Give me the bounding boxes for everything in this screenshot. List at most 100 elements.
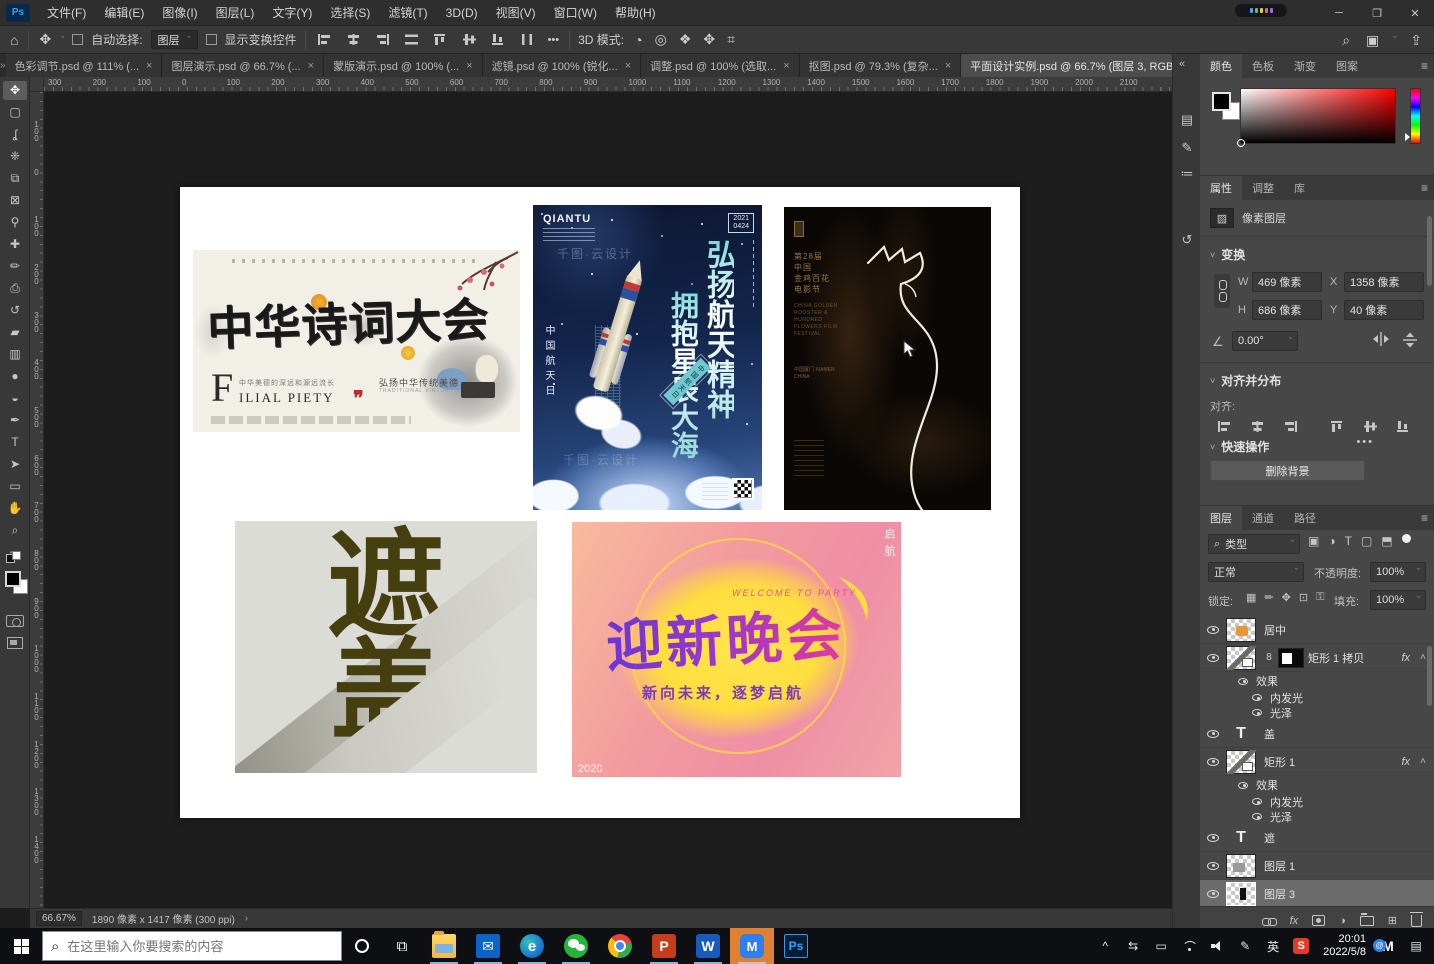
lock-paint-icon[interactable]: ✏ [1264,591,1273,604]
visibility-eye-icon[interactable] [1238,678,1248,685]
dodge-tool[interactable]: ◒ [3,389,27,408]
x-field[interactable]: 1358 像素 [1344,272,1424,292]
visibility-eye-icon[interactable] [1252,694,1262,701]
align-section-header[interactable]: ˅ 对齐并分布 [1210,372,1281,389]
flip-vertical-button[interactable] [1402,332,1422,348]
effect-row[interactable]: 光泽 [1200,705,1434,720]
app-badge-m[interactable]: M [1376,928,1400,964]
artboard[interactable]: 中华诗词大会 F 中华美德的深远和源远流长 ILIAL PIETY ❞ 弘扬中华… [180,187,1020,818]
menu-edit[interactable]: 编辑(E) [95,0,153,26]
align-bottom-button[interactable] [1393,418,1414,435]
quick-selection-tool[interactable]: ❈ [3,147,27,166]
fx-badge[interactable]: fx [1401,756,1410,768]
filter-adjustment-icon[interactable]: ◑ [1328,534,1335,548]
search-icon[interactable]: ⌕ [1340,32,1352,49]
align-center-h-button[interactable] [1247,418,1268,435]
align-middle-v-button[interactable] [1360,418,1381,435]
auto-select-checkbox[interactable] [72,34,83,45]
document-tab-5[interactable]: 调整.psd @ 100% (选取... × [641,54,800,77]
constrain-proportions-icon[interactable] [1214,274,1230,308]
panel-color-swatches[interactable] [1212,92,1242,122]
visibility-eye-icon[interactable] [1207,890,1219,898]
visibility-eye-icon[interactable] [1207,758,1219,766]
color-swatches[interactable] [5,571,31,597]
tab-patterns[interactable]: 图案 [1326,54,1368,78]
taskbar-wechat[interactable] [554,928,598,964]
lock-artboard-icon[interactable]: ⊡ [1299,591,1308,604]
menu-type[interactable]: 文字(Y) [263,0,321,26]
tab-close-icon[interactable]: × [945,60,951,72]
taskbar-mail[interactable]: ✉ [466,928,510,964]
panel-menu-icon[interactable]: ≡ [1421,181,1428,195]
clone-stamp-tool[interactable]: ⎙ [3,279,27,298]
dock-icon-history[interactable]: ↺ [1177,230,1197,250]
hand-tool[interactable]: ✋ [3,499,27,518]
effect-row[interactable]: 光泽 [1200,809,1434,824]
blend-mode-dropdown[interactable]: 正常 ˇ [1208,562,1304,582]
layer-mask-thumbnail[interactable] [1278,648,1304,668]
layer-row[interactable]: 图层 1 [1200,852,1434,880]
opacity-field[interactable]: 100% ˇ [1370,562,1426,582]
visibility-eye-icon[interactable] [1252,709,1262,716]
crop-tool[interactable]: ⧉ [3,169,27,188]
color-field[interactable] [1240,88,1396,144]
layer-row[interactable]: T 遮 [1200,824,1434,852]
filter-smart-icon[interactable]: ⬒ [1381,534,1392,548]
distribute-h-button[interactable] [401,31,422,48]
menu-select[interactable]: 选择(S) [321,0,379,26]
scrollbar[interactable] [1427,216,1432,286]
menu-filter[interactable]: 滤镜(T) [379,0,436,26]
share-icon[interactable]: ⇪ [1408,32,1424,49]
taskbar-chrome[interactable] [598,928,642,964]
transform-section-header[interactable]: ˅ 变换 [1210,246,1245,263]
tab-close-icon[interactable]: × [625,60,631,72]
document-tab-2[interactable]: 图层演示.psd @ 66.7% (... × [162,54,324,77]
dock-icon-snapshot[interactable]: ▤ [1177,110,1197,130]
type-tool[interactable]: T [3,433,27,452]
task-view-button[interactable]: ⧉ [382,928,422,964]
tab-properties[interactable]: 属性 [1200,176,1242,200]
taskbar-file-explorer[interactable] [422,928,466,964]
align-left-button[interactable] [1214,418,1235,435]
filter-pixel-icon[interactable]: ▣ [1308,534,1319,548]
layer-row[interactable]: 居中 [1200,616,1434,644]
lasso-tool[interactable]: ʆ [3,125,27,144]
effect-row[interactable]: 内发光 [1200,794,1434,809]
document-tab-3[interactable]: 蒙版演示.psd @ 100% (... × [324,54,483,77]
layer-thumbnail[interactable] [1226,854,1256,878]
align-right-button[interactable] [372,31,393,48]
wifi-icon[interactable] [1177,928,1201,964]
taskbar-powerpoint[interactable]: P [642,928,686,964]
visibility-eye-icon[interactable] [1207,834,1219,842]
lock-move-icon[interactable]: ✥ [1282,591,1291,604]
home-icon[interactable]: ⌂ [8,32,20,48]
visibility-eye-icon[interactable] [1252,813,1262,820]
visibility-eye-icon[interactable] [1207,626,1219,634]
align-bottom-button[interactable] [488,31,509,48]
adjustment-layer-icon[interactable]: ◑ [1339,915,1346,927]
tab-channels[interactable]: 通道 [1242,506,1284,530]
menu-file[interactable]: 文件(F) [38,0,95,26]
blur-tool[interactable]: ● [3,367,27,386]
tray-display-icon[interactable]: ▭ [1149,928,1173,964]
flip-horizontal-button[interactable] [1372,332,1392,348]
more-align-options-icon[interactable]: ••• [1356,436,1374,448]
taskbar-photoshop[interactable]: Ps [774,928,818,964]
canvas-area[interactable]: 中华诗词大会 F 中华美德的深远和源远流长 ILIAL PIETY ❞ 弘扬中华… [44,92,1172,908]
tab-color[interactable]: 颜色 [1200,54,1242,78]
layer-style-icon[interactable]: fx [1290,915,1299,927]
tab-gradients[interactable]: 渐变 [1284,54,1326,78]
pen-tool[interactable]: ✒ [3,411,27,430]
hue-slider-handle[interactable] [1405,133,1410,141]
tab-layers[interactable]: 图层 [1200,506,1242,530]
visibility-eye-icon[interactable] [1238,782,1248,789]
y-field[interactable]: 40 像素 [1344,300,1424,320]
layer-row[interactable]: 矩形 1 fx ˄ [1200,748,1434,776]
layer-thumbnail[interactable] [1226,646,1256,670]
vertical-ruler[interactable]: 1000100200300400500600700800900100011001… [30,92,44,908]
link-layers-icon[interactable] [1262,917,1276,925]
tab-close-icon[interactable]: × [783,60,789,72]
taskbar-word[interactable]: W [686,928,730,964]
hidden-icons-chevron[interactable]: ^ [1093,928,1117,964]
menu-window[interactable]: 窗口(W) [545,0,606,26]
